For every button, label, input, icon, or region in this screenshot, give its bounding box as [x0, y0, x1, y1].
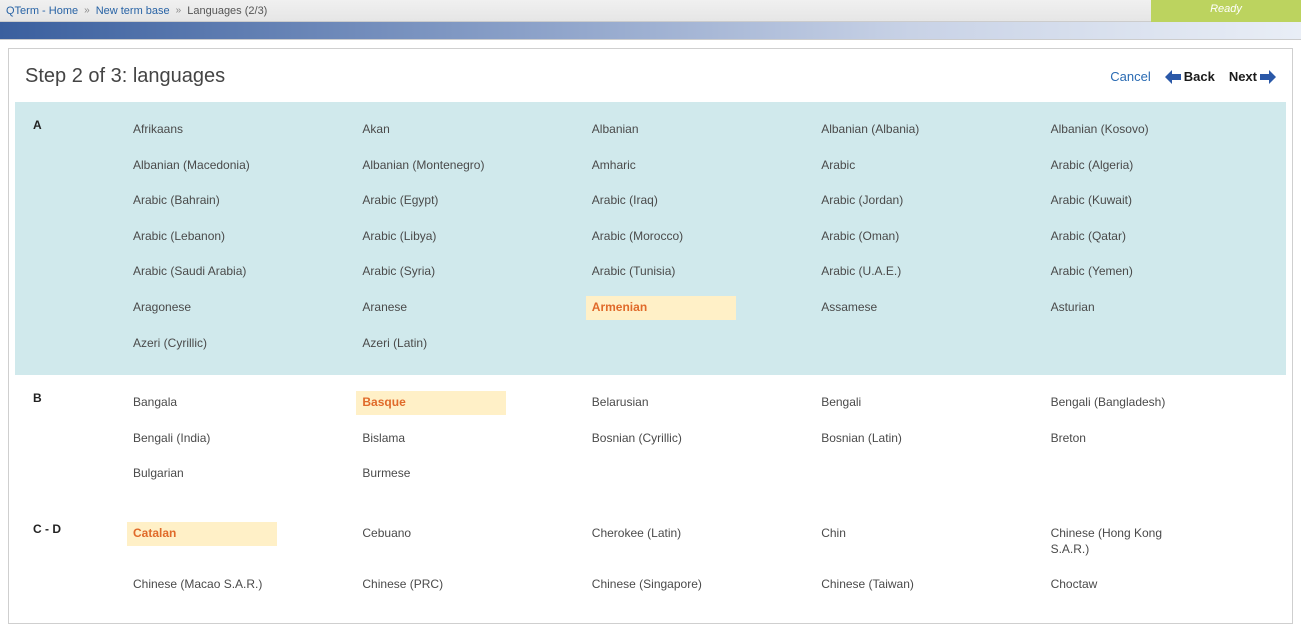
language-row: Arabic (Lebanon) Arabic (Libya) Arabic (Mo… — [15, 219, 1286, 255]
language-item[interactable]: Albanian (Macedonia) — [127, 154, 277, 178]
language-item[interactable]: Arabic (U.A.E.) — [815, 260, 965, 284]
language-item[interactable]: Arabic (Tunisia) — [586, 260, 736, 284]
arrow-left-icon — [1165, 70, 1181, 84]
language-item[interactable]: Bengali (India) — [127, 427, 277, 451]
language-item[interactable]: Aranese — [356, 296, 506, 320]
language-group: C - DCatalan Cebuano Cherokee (Latin) Chin C… — [15, 506, 1286, 617]
language-item[interactable]: Bislama — [356, 427, 506, 451]
page-content: Step 2 of 3: languages Cancel Back Next … — [8, 48, 1293, 624]
language-item[interactable]: Chinese (Hong Kong S.A.R.) — [1045, 522, 1195, 561]
language-row: AAfrikaans Akan Albanian Albanian (Albania)… — [15, 112, 1286, 148]
language-item[interactable]: Catalan — [127, 522, 277, 546]
next-button-label: Next — [1229, 69, 1257, 84]
language-item[interactable]: Arabic (Libya) — [356, 225, 506, 249]
breadcrumb-sep-icon: » — [176, 5, 182, 16]
group-letter: A — [27, 118, 127, 132]
language-item[interactable]: Arabic (Saudi Arabia) — [127, 260, 277, 284]
language-row: Albanian (Macedonia) Albanian (Montenegro… — [15, 148, 1286, 184]
language-item[interactable]: Arabic (Yemen) — [1045, 260, 1195, 284]
language-group: BBangala Basque Belarusian Bengali Bengali (… — [15, 375, 1286, 506]
breadcrumb-sep-icon: » — [84, 5, 90, 16]
language-item[interactable]: Basque — [356, 391, 506, 415]
language-item[interactable]: Breton — [1045, 427, 1195, 451]
language-item[interactable]: Bengali (Bangladesh) — [1045, 391, 1195, 415]
language-row: Bulgarian Burmese — [15, 456, 1286, 492]
language-row: Aragonese Aranese Armenian Assamese Asturian — [15, 290, 1286, 326]
language-item[interactable]: Arabic (Bahrain) — [127, 189, 277, 213]
language-item[interactable]: Akan — [356, 118, 506, 142]
back-button[interactable]: Back — [1165, 69, 1215, 84]
language-item[interactable]: Amharic — [586, 154, 736, 178]
breadcrumb: QTerm - Home » New term base » Languages… — [0, 0, 1301, 22]
language-item[interactable]: Afrikaans — [127, 118, 277, 142]
language-item[interactable]: Bengali — [815, 391, 965, 415]
language-item[interactable]: Asturian — [1045, 296, 1195, 320]
language-item[interactable]: Arabic (Qatar) — [1045, 225, 1195, 249]
language-item[interactable]: Albanian (Albania) — [815, 118, 965, 142]
language-item[interactable]: Belarusian — [586, 391, 736, 415]
language-row: Azeri (Cyrillic) Azeri (Latin) — [15, 326, 1286, 362]
language-row: BBangala Basque Belarusian Bengali Bengali (… — [15, 385, 1286, 421]
page-title: Step 2 of 3: languages — [25, 65, 225, 88]
language-item[interactable]: Arabic (Kuwait) — [1045, 189, 1195, 213]
language-item[interactable]: Albanian (Kosovo) — [1045, 118, 1195, 142]
language-item[interactable]: Bangala — [127, 391, 277, 415]
language-item[interactable]: Chinese (Taiwan) — [815, 573, 965, 597]
language-item[interactable]: Arabic (Lebanon) — [127, 225, 277, 249]
language-row: Chinese (Macao S.A.R.) Chinese (PRC) Chine… — [15, 567, 1286, 603]
language-item[interactable]: Cherokee (Latin) — [586, 522, 736, 546]
language-item[interactable]: Azeri (Latin) — [356, 332, 506, 356]
language-item[interactable]: Arabic (Algeria) — [1045, 154, 1195, 178]
breadcrumb-home[interactable]: QTerm - Home — [6, 5, 78, 17]
status-badge: Ready — [1151, 0, 1301, 22]
cancel-button[interactable]: Cancel — [1110, 69, 1150, 84]
back-button-label: Back — [1184, 69, 1215, 84]
language-item[interactable]: Arabic (Syria) — [356, 260, 506, 284]
language-item[interactable]: Chin — [815, 522, 965, 546]
language-item[interactable]: Choctaw — [1045, 573, 1195, 597]
wizard-nav: Cancel Back Next — [1110, 69, 1276, 84]
language-item[interactable]: Armenian — [586, 296, 736, 320]
language-item[interactable]: Burmese — [356, 462, 506, 486]
language-item[interactable]: Aragonese — [127, 296, 277, 320]
group-letter: B — [27, 391, 127, 405]
language-row: Arabic (Bahrain) Arabic (Egypt) Arabic (Ir… — [15, 183, 1286, 219]
language-item[interactable]: Chinese (PRC) — [356, 573, 506, 597]
language-item[interactable]: Arabic (Egypt) — [356, 189, 506, 213]
group-letter: C - D — [27, 522, 127, 536]
language-item[interactable]: Cebuano — [356, 522, 506, 546]
language-item[interactable]: Bosnian (Cyrillic) — [586, 427, 736, 451]
language-item[interactable]: Assamese — [815, 296, 965, 320]
breadcrumb-current: Languages (2/3) — [187, 5, 267, 17]
language-item[interactable]: Chinese (Singapore) — [586, 573, 736, 597]
language-row: Arabic (Saudi Arabia) Arabic (Syria) Arabi… — [15, 254, 1286, 290]
language-item[interactable]: Albanian — [586, 118, 736, 142]
language-item[interactable]: Albanian (Montenegro) — [356, 154, 506, 178]
language-item[interactable]: Bosnian (Latin) — [815, 427, 965, 451]
language-item[interactable]: Arabic (Oman) — [815, 225, 965, 249]
breadcrumb-new-term-base[interactable]: New term base — [96, 5, 170, 17]
language-row: Bengali (India) Bislama Bosnian (Cyrillic)… — [15, 421, 1286, 457]
language-item[interactable]: Arabic (Iraq) — [586, 189, 736, 213]
language-item[interactable]: Bulgarian — [127, 462, 277, 486]
language-row: C - DCatalan Cebuano Cherokee (Latin) Chin C… — [15, 516, 1286, 567]
next-button[interactable]: Next — [1229, 69, 1276, 84]
header-divider — [0, 22, 1301, 40]
language-item[interactable]: Chinese (Macao S.A.R.) — [127, 573, 277, 597]
language-item[interactable]: Arabic (Jordan) — [815, 189, 965, 213]
language-group: AAfrikaans Akan Albanian Albanian (Albania)… — [15, 102, 1286, 375]
language-item[interactable]: Arabic (Morocco) — [586, 225, 736, 249]
language-item[interactable]: Azeri (Cyrillic) — [127, 332, 277, 356]
language-item[interactable]: Arabic — [815, 154, 965, 178]
arrow-right-icon — [1260, 70, 1276, 84]
